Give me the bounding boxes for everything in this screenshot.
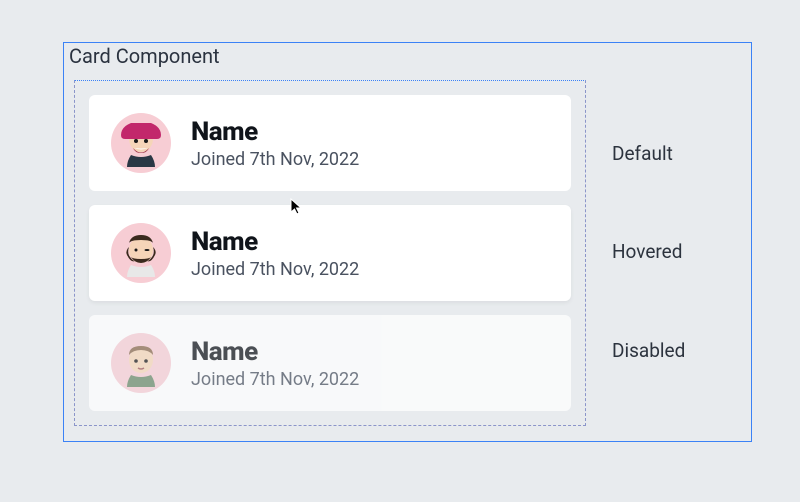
variant-label-default: Default <box>612 142 752 165</box>
card-name: Name <box>191 117 359 147</box>
card-text: Name Joined 7th Nov, 2022 <box>191 227 359 280</box>
variant-label-hovered: Hovered <box>612 240 752 263</box>
variant-labels: Default Hovered Disabled <box>598 80 752 440</box>
card-text: Name Joined 7th Nov, 2022 <box>191 337 359 390</box>
avatar <box>111 223 171 283</box>
frame-title[interactable]: Card Component <box>63 42 226 70</box>
card-default[interactable]: Name Joined 7th Nov, 2022 <box>89 95 571 191</box>
component-variant-container[interactable]: Name Joined 7th Nov, 2022 Name Joined 7t… <box>74 80 586 426</box>
avatar <box>111 113 171 173</box>
card-joined: Joined 7th Nov, 2022 <box>191 369 359 390</box>
card-hovered[interactable]: Name Joined 7th Nov, 2022 <box>89 205 571 301</box>
card-joined: Joined 7th Nov, 2022 <box>191 149 359 170</box>
memoji-avatar-icon <box>117 339 165 387</box>
card-text: Name Joined 7th Nov, 2022 <box>191 117 359 170</box>
memoji-avatar-icon <box>117 119 165 167</box>
avatar <box>111 333 171 393</box>
variant-label-disabled: Disabled <box>612 339 752 362</box>
card-disabled[interactable]: Name Joined 7th Nov, 2022 <box>89 315 571 411</box>
cursor-icon <box>290 198 304 216</box>
card-name: Name <box>191 227 359 257</box>
card-name: Name <box>191 337 359 367</box>
card-joined: Joined 7th Nov, 2022 <box>191 259 359 280</box>
memoji-avatar-icon <box>117 229 165 277</box>
